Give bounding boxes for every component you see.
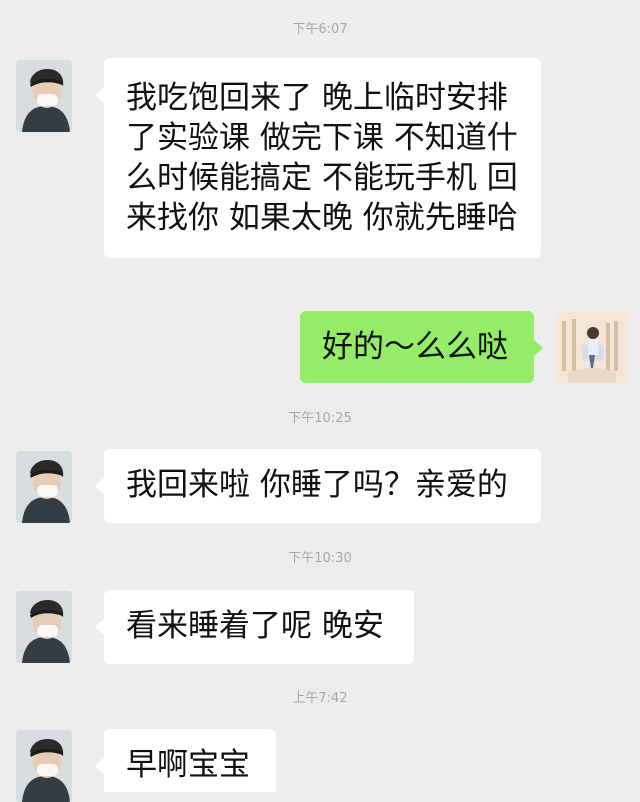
timestamp: 上午7:42 [292, 691, 348, 706]
my-avatar[interactable] [556, 311, 628, 383]
contact-avatar[interactable] [16, 591, 72, 663]
outgoing-message[interactable]: 好的～么么哒 [300, 311, 543, 383]
contact-avatar-photo [16, 730, 72, 802]
contact-avatar[interactable] [16, 60, 72, 132]
incoming-message[interactable]: 我回来啦 你睡了吗？亲爱的 [95, 449, 541, 523]
timestamp: 下午10:25 [288, 411, 352, 426]
contact-avatar[interactable] [16, 730, 72, 802]
contact-avatar-photo [16, 591, 72, 663]
incoming-message[interactable]: 看来睡着了呢 晚安 [95, 590, 414, 664]
incoming-message[interactable]: 我吃饱回来了 晚上临时安排了实验课 做完下课 不知道什么时候能搞定 不能玩手机 … [95, 58, 541, 258]
my-avatar-photo [556, 311, 628, 383]
incoming-message[interactable]: 早啊宝宝 [95, 729, 276, 792]
chat-window: 下午6:07 我吃饱回来了 晚上临时安排了实验课 做完下课 不知道什么时候能搞定… [0, 0, 640, 802]
contact-avatar-photo [16, 60, 72, 132]
timestamp: 下午10:30 [288, 551, 352, 566]
contact-avatar[interactable] [16, 451, 72, 523]
timestamp: 下午6:07 [292, 22, 348, 37]
contact-avatar-photo [16, 451, 72, 523]
